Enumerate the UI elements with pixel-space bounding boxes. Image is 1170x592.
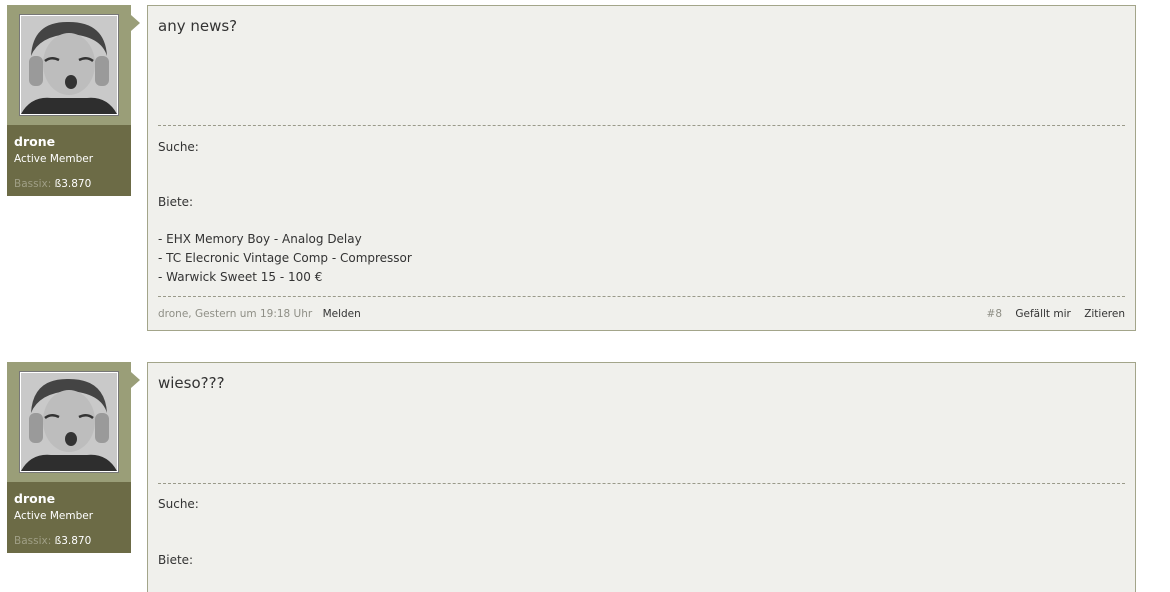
avatar[interactable] — [19, 371, 119, 473]
user-panel: drone Active Member Bassix: ß3.870 — [7, 125, 131, 196]
footer-left: drone, Gestern um 19:18 Uhr Melden — [158, 308, 361, 320]
currency-label: Bassix: — [14, 535, 52, 547]
signature-biete-label: Biete: — [158, 553, 194, 567]
signature-suche-label: Suche: — [158, 497, 199, 511]
username[interactable]: drone — [14, 491, 124, 507]
signature-biete-label: Biete: — [158, 195, 194, 209]
signature-item: - Warwick Sweet 15 - 100 € — [158, 270, 323, 284]
signature: Suche: Biete: — [158, 483, 1125, 567]
user-info: drone Active Member Bassix: ß3.870 — [7, 362, 140, 553]
user-info: drone Active Member Bassix: ß3.870 — [7, 5, 140, 196]
signature: Suche: Biete: - EHX Memory Boy - Analog … — [158, 125, 1125, 284]
user-title: Active Member — [14, 153, 94, 165]
user-title: Active Member — [14, 510, 94, 522]
message-text: wieso??? — [158, 374, 225, 392]
quote-link[interactable]: Zitieren — [1084, 308, 1125, 320]
avatar-container — [7, 5, 140, 125]
username[interactable]: drone — [14, 134, 124, 150]
avatar[interactable] — [19, 14, 119, 116]
avatar-container — [7, 362, 140, 482]
currency-label: Bassix: — [14, 178, 52, 190]
currency-value: ß3.870 — [54, 535, 92, 547]
message-footer: drone, Gestern um 19:18 Uhr Melden #8 Ge… — [158, 296, 1125, 331]
signature-item: - EHX Memory Boy - Analog Delay — [158, 232, 362, 246]
author-date[interactable]: drone, Gestern um 19:18 Uhr — [158, 308, 312, 320]
user-panel: drone Active Member Bassix: ß3.870 — [7, 482, 131, 553]
like-link[interactable]: Gefällt mir — [1015, 308, 1070, 320]
message-text: any news? — [158, 17, 238, 35]
post-number-link[interactable]: #8 — [987, 308, 1002, 320]
signature-item: - TC Elecronic Vintage Comp - Compressor — [158, 251, 412, 265]
user-currency: Bassix: ß3.870 — [14, 178, 124, 190]
footer-right: #8 Gefällt mir Zitieren — [987, 308, 1125, 320]
message-body: any news? Suche: Biete: - EHX Memory Boy… — [147, 5, 1136, 331]
signature-suche-label: Suche: — [158, 140, 199, 154]
report-link[interactable]: Melden — [323, 308, 361, 320]
user-currency: Bassix: ß3.870 — [14, 535, 124, 547]
currency-value: ß3.870 — [54, 178, 92, 190]
message-body: wieso??? Suche: Biete: — [147, 362, 1136, 592]
